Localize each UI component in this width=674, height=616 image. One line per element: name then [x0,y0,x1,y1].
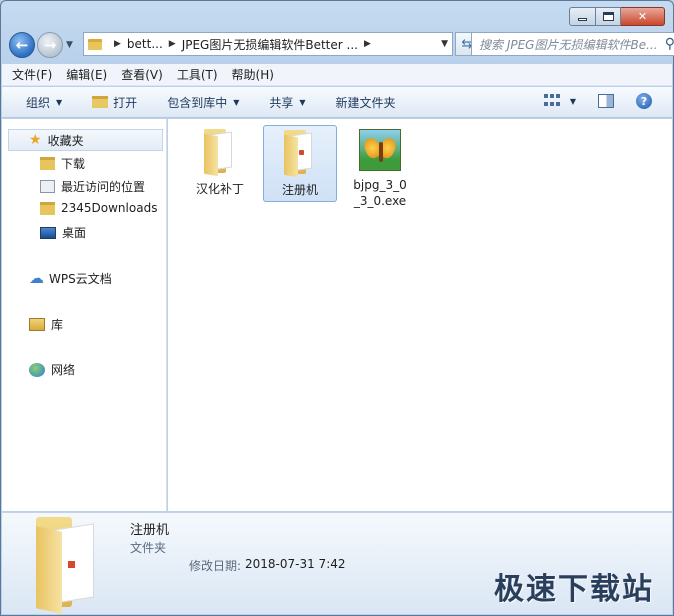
desktop-icon [40,226,56,239]
file-name: 注册机 [281,183,318,197]
share-button[interactable]: 共享 ▼ [269,94,305,111]
watermark-logo: 极速下载站 [494,572,654,607]
close-icon: ✕ [637,10,648,23]
navigation-pane: ★ 收藏夹 下载 最近访问的位置 2345Downloads 桌面 ☁ WPS云… [2,119,167,511]
back-button[interactable]: ← [9,32,35,58]
butterfly-app-icon [359,129,401,171]
help-icon[interactable]: ? [636,93,652,109]
nav-wps-cloud[interactable]: ☁ WPS云文档 [29,269,112,287]
command-bar: 组织 ▼ 打开 包含到库中 ▼ 共享 ▼ 新建文件夹 ▼ ? [2,87,672,118]
search-input[interactable]: 搜索 JPEG图片无损编辑软件Be... ⚲ [471,32,674,56]
menu-tools[interactable]: 工具(T) [177,66,218,83]
new-folder-label: 新建文件夹 [335,95,396,110]
window-controls: ✕ [569,7,665,26]
include-library-label: 包含到库中 [167,95,228,110]
organize-button[interactable]: 组织 ▼ [26,94,62,111]
navigation-bar: ← → ▼ ▶ bett... ▶ JPEG图片无损编辑软件Better ...… [9,29,674,61]
file-item-selected[interactable]: 注册机 [263,125,337,202]
chevron-right-icon[interactable]: ▶ [169,39,176,49]
recent-places-icon [40,180,55,193]
nav-recent-places[interactable]: 最近访问的位置 [40,178,145,195]
folder-icon [200,129,240,177]
address-bar[interactable]: ▶ bett... ▶ JPEG图片无损编辑软件Better ... ▶ ▼ [83,32,453,56]
chevron-down-icon[interactable]: ▼ [570,97,576,106]
minimize-icon [578,18,587,21]
chevron-down-icon: ▼ [233,97,240,107]
new-folder-button[interactable]: 新建文件夹 [336,94,396,111]
nav-downloads[interactable]: 下载 [40,155,85,172]
nav-network[interactable]: 网络 [29,361,75,378]
share-label: 共享 [269,95,294,110]
menu-bar: 文件(F) 编辑(E) 查看(V) 工具(T) 帮助(H) [2,64,672,86]
maximize-button[interactable] [596,7,621,26]
menu-help[interactable]: 帮助(H) [232,66,274,83]
open-button[interactable]: 打开 [92,94,137,111]
open-folder-icon [92,96,109,108]
breadcrumb-segment[interactable]: bett... [127,37,163,51]
include-in-library-button[interactable]: 包含到库中 ▼ [167,94,239,111]
organize-label: 组织 [26,95,51,110]
nav-favorites-label: 收藏夹 [47,133,84,148]
nav-wps-label: WPS云文档 [49,271,112,286]
nav-favorites[interactable]: ★ 收藏夹 [8,129,163,151]
library-icon [29,318,45,331]
nav-2345downloads[interactable]: 2345Downloads [40,201,157,215]
toolbar-right: ▼ ? [543,93,652,109]
folder-icon [88,38,102,50]
nav-libraries[interactable]: 库 [29,316,63,333]
explorer-window: ✕ ← → ▼ ▶ bett... ▶ JPEG图片无损编辑软件Better .… [0,0,674,616]
chevron-right-icon[interactable]: ▶ [114,39,121,49]
nav-recent-label: 最近访问的位置 [61,180,146,194]
open-label: 打开 [113,95,138,110]
maximize-icon [602,12,614,21]
nav-desktop[interactable]: 桌面 [40,224,86,241]
nav-2345downloads-label: 2345Downloads [61,201,158,215]
forward-arrow-icon: → [43,36,57,54]
star-icon: ★ [29,132,42,148]
change-view-icon[interactable] [543,94,560,108]
nav-libraries-label: 库 [51,318,64,332]
file-name: 汉化补丁 [195,182,244,196]
breadcrumb-segment[interactable]: JPEG图片无损编辑软件Better ... [182,36,358,53]
back-arrow-icon: ← [15,36,29,54]
file-name: bjpg_3_0_3_0.exe [353,178,407,208]
details-type: 文件夹 [130,541,167,555]
preview-pane-icon[interactable] [598,94,614,108]
forward-button[interactable]: → [37,32,63,58]
folder-icon [280,130,320,178]
cloud-icon: ☁ [29,269,44,287]
menu-edit[interactable]: 编辑(E) [66,66,107,83]
nav-network-label: 网络 [51,363,76,377]
minimize-button[interactable] [569,7,596,26]
search-placeholder: 搜索 JPEG图片无损编辑软件Be... [479,37,658,52]
close-button[interactable]: ✕ [621,7,665,26]
nav-desktop-label: 桌面 [62,226,87,240]
chevron-down-icon: ▼ [56,97,63,107]
recent-pages-dropdown-icon[interactable]: ▼ [66,40,73,50]
menu-file[interactable]: 文件(F) [12,66,52,83]
nav-downloads-label: 下载 [61,157,86,171]
file-item[interactable]: bjpg_3_0_3_0.exe [343,125,417,212]
chevron-down-icon: ▼ [299,97,306,107]
file-item[interactable]: 汉化补丁 [183,125,257,200]
details-date-label: 修改日期: [189,559,242,573]
folder-icon [30,517,100,614]
details-date-value: 2018-07-31 7:42 [245,557,346,571]
search-icon[interactable]: ⚲ [665,36,674,52]
address-dropdown-icon[interactable]: ▼ [441,39,448,49]
details-pane: 注册机 文件夹 修改日期: 2018-07-31 7:42 极速下载站 [2,512,672,614]
chevron-right-icon[interactable]: ▶ [364,39,371,49]
folder-icon [40,201,55,215]
network-icon [29,362,45,377]
file-list: 汉化补丁 注册机 bjpg_3_0_3_0.exe [168,119,672,511]
downloads-folder-icon [40,157,55,170]
menu-view[interactable]: 查看(V) [121,66,163,83]
details-name: 注册机 [130,523,170,538]
